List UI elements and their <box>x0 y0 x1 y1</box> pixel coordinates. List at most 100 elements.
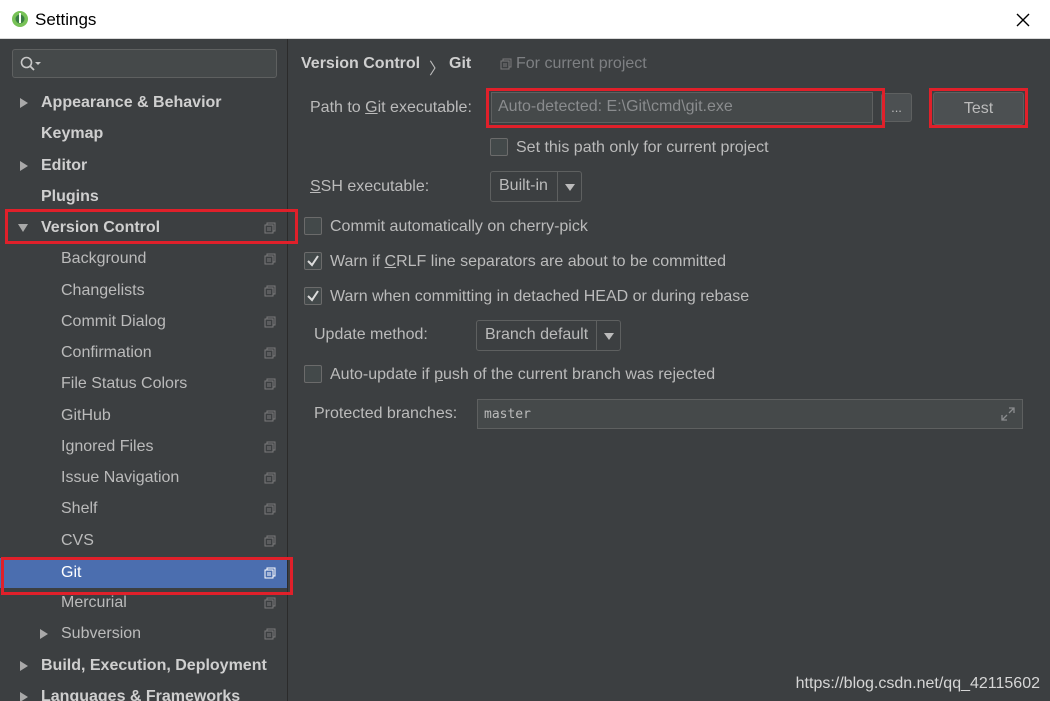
close-icon[interactable] <box>1006 5 1040 35</box>
expand-arrow-icon[interactable] <box>18 691 30 701</box>
project-scope-icon <box>500 58 512 70</box>
ssh-selected-value: Built-in <box>499 177 548 194</box>
window-title: Settings <box>35 10 97 29</box>
sidebar-item-label: Editor <box>41 157 88 174</box>
sidebar-item-commit-dialog[interactable]: Commit Dialog <box>0 307 287 337</box>
settings-search-input[interactable] <box>12 49 277 78</box>
sidebar-item-label: Appearance & Behavior <box>41 94 222 111</box>
project-scope-icon <box>264 535 276 547</box>
project-scope-icon <box>264 503 276 515</box>
android-studio-icon <box>12 11 28 27</box>
project-scope-icon <box>264 410 276 422</box>
breadcrumb-parent[interactable]: Version Control <box>301 55 420 73</box>
cherry-pick-label: Commit automatically on cherry-pick <box>330 218 588 235</box>
project-scope-icon <box>264 472 276 484</box>
sidebar-item-cvs[interactable]: CVS <box>0 526 287 556</box>
sidebar-item-issue-navigation[interactable]: Issue Navigation <box>0 463 287 493</box>
sidebar-item-label: Subversion <box>61 625 142 642</box>
sidebar-item-label: Version Control <box>41 219 161 236</box>
sidebar-item-plugins[interactable]: Plugins <box>0 182 287 212</box>
watermark-url: https://blog.csdn.net/qq_42115602 <box>795 675 1040 692</box>
ssh-label: SSH executable: <box>310 178 430 195</box>
sidebar-item-changelists[interactable]: Changelists <box>0 276 287 306</box>
update-method-select[interactable]: Branch default <box>476 320 621 351</box>
sidebar-item-label: Issue Navigation <box>61 469 180 486</box>
combo-separator <box>557 172 558 201</box>
update-method-selected-value: Branch default <box>485 326 589 343</box>
project-scope-icon <box>264 597 276 609</box>
project-scope-icon <box>264 441 276 453</box>
expand-arrow-icon[interactable] <box>18 97 30 109</box>
test-button[interactable]: Test <box>933 92 1024 125</box>
sidebar-item-ignored-files[interactable]: Ignored Files <box>0 432 287 462</box>
set-path-checkbox[interactable] <box>490 138 508 156</box>
settings-sidebar: Appearance & Behavior Keymap Editor Plug… <box>0 39 288 701</box>
sidebar-item-subversion[interactable]: Subversion <box>0 619 287 649</box>
sidebar-item-git[interactable]: Git <box>0 558 287 588</box>
detached-head-label: Warn when committing in detached HEAD or… <box>330 288 750 305</box>
protected-branches-label: Protected branches: <box>314 405 458 422</box>
crlf-warning-label: Warn if CRLF line separators are about t… <box>330 253 727 270</box>
crlf-warning-checkbox[interactable] <box>304 252 322 270</box>
checkmark-icon <box>307 255 319 267</box>
breadcrumb-current: Git <box>449 55 472 72</box>
sidebar-item-background[interactable]: Background <box>0 244 287 274</box>
sidebar-item-editor[interactable]: Editor <box>0 151 287 181</box>
expand-arrow-icon[interactable] <box>18 160 30 172</box>
sidebar-item-file-status-colors[interactable]: File Status Colors <box>0 369 287 399</box>
set-path-label: Set this path only for current project <box>516 139 769 156</box>
ssh-executable-select[interactable]: Built-in <box>490 171 582 202</box>
sidebar-item-label: Git <box>61 564 82 581</box>
sidebar-item-keymap[interactable]: Keymap <box>0 119 287 149</box>
project-scope-icon <box>264 567 276 579</box>
auto-update-checkbox[interactable] <box>304 365 322 383</box>
sidebar-item-appearance[interactable]: Appearance & Behavior <box>0 88 287 118</box>
expand-field-icon[interactable] <box>1000 406 1016 422</box>
sidebar-item-shelf[interactable]: Shelf <box>0 494 287 524</box>
sidebar-item-label: Commit Dialog <box>61 313 166 330</box>
combo-separator <box>596 321 597 350</box>
auto-update-label: Auto-update if push of the current branc… <box>330 366 716 383</box>
checkmark-icon <box>307 290 319 302</box>
sidebar-item-mercurial[interactable]: Mercurial <box>0 588 287 618</box>
git-path-label: Path to Git executable: <box>310 99 472 116</box>
window-titlebar: Settings <box>0 0 1050 39</box>
project-scope-icon <box>264 285 276 297</box>
protected-branches-field[interactable]: master <box>477 399 1023 429</box>
chevron-down-icon <box>565 184 575 191</box>
chevron-down-icon <box>604 333 614 340</box>
sidebar-item-label: Shelf <box>61 500 98 517</box>
expand-arrow-icon[interactable] <box>38 628 50 640</box>
sidebar-item-label: Keymap <box>41 125 104 142</box>
sidebar-item-label: Background <box>61 250 147 267</box>
sidebar-item-build-execution[interactable]: Build, Execution, Deployment <box>0 651 287 681</box>
sidebar-item-label: File Status Colors <box>61 375 188 392</box>
sidebar-item-label: Languages & Frameworks <box>41 688 241 701</box>
git-path-field[interactable]: Auto-detected: E:\Git\cmd\git.exe <box>491 92 873 123</box>
project-scope-icon <box>264 222 276 234</box>
sidebar-item-label: Ignored Files <box>61 438 154 455</box>
project-scope-icon <box>264 347 276 359</box>
breadcrumb-separator: 〉 <box>429 61 446 78</box>
sidebar-item-confirmation[interactable]: Confirmation <box>0 338 287 368</box>
project-scope-icon <box>264 316 276 328</box>
sidebar-item-github[interactable]: GitHub <box>0 401 287 431</box>
sidebar-item-label: Mercurial <box>61 594 127 611</box>
sidebar-item-label: Plugins <box>41 188 99 205</box>
cherry-pick-checkbox[interactable] <box>304 217 322 235</box>
project-scope-icon <box>264 628 276 640</box>
sidebar-item-languages[interactable]: Languages & Frameworks <box>0 682 287 701</box>
sidebar-item-version-control[interactable]: Version Control <box>0 213 287 243</box>
update-method-label: Update method: <box>314 326 428 343</box>
sidebar-item-label: GitHub <box>61 407 111 424</box>
detached-head-checkbox[interactable] <box>304 287 322 305</box>
collapse-arrow-icon[interactable] <box>17 222 29 234</box>
browse-button[interactable]: ... <box>881 93 912 122</box>
project-scope-icon <box>264 253 276 265</box>
expand-arrow-icon[interactable] <box>18 660 30 672</box>
breadcrumb-scope: For current project <box>516 55 647 72</box>
sidebar-item-label: CVS <box>61 532 94 549</box>
sidebar-item-label: Build, Execution, Deployment <box>41 657 267 674</box>
project-scope-icon <box>264 378 276 390</box>
sidebar-item-label: Changelists <box>61 282 145 299</box>
